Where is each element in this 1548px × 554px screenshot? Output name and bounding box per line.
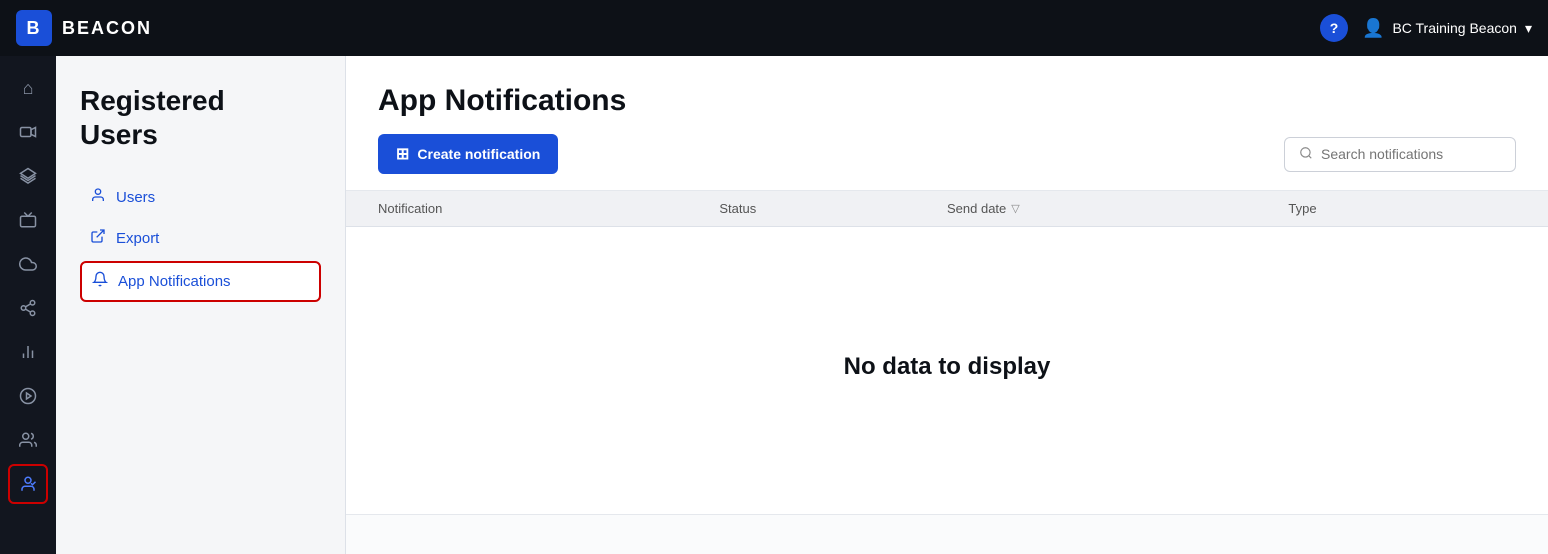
nav-icon-tv[interactable] [8,200,48,240]
user-icon [90,187,106,208]
nav-icon-play-circle[interactable] [8,376,48,416]
bell-icon [92,271,108,292]
search-input[interactable] [1321,146,1501,162]
table-footer [346,514,1548,554]
sidebar-item-users[interactable]: Users [80,179,321,216]
user-avatar-icon: 👤 [1362,18,1384,39]
logo-area[interactable]: B BEACON [16,10,152,46]
nav-icon-layers[interactable] [8,156,48,196]
top-navigation: B BEACON ? 👤 BC Training Beacon ▾ [0,0,1548,56]
logo-letter: B [27,18,42,39]
nav-icon-registered-users[interactable] [8,464,48,504]
sidebar-nav: Users Export App Notifications [80,179,321,302]
page-title: App Notifications [378,84,1516,118]
search-box [1284,137,1516,172]
icon-sidebar: ⌂ [0,56,56,554]
empty-state: No data to display [346,227,1548,507]
secondary-sidebar: RegisteredUsers Users Export App Notific… [56,56,346,554]
plus-icon: ⊞ [396,144,409,164]
nav-icon-home[interactable]: ⌂ [8,68,48,108]
main-layout: ⌂ RegisteredUsers [0,56,1548,554]
content-toolbar: ⊞ Create notification [378,134,1516,174]
sidebar-item-users-label: Users [116,189,155,206]
sort-icon: ▽ [1011,202,1019,215]
logo-box: B [16,10,52,46]
user-name: BC Training Beacon [1392,20,1517,36]
nav-icon-analytics[interactable] [8,332,48,372]
col-type: Type [1288,201,1516,216]
content-header: App Notifications ⊞ Create notification [346,56,1548,191]
sidebar-item-export[interactable]: Export [80,220,321,257]
main-content: App Notifications ⊞ Create notification … [346,56,1548,554]
create-notification-button[interactable]: ⊞ Create notification [378,134,558,174]
col-status: Status [719,201,947,216]
brand-name: BEACON [62,18,152,39]
nav-right: ? 👤 BC Training Beacon ▾ [1320,14,1532,42]
col-notification: Notification [378,201,719,216]
nav-icon-video[interactable] [8,112,48,152]
nav-icon-share[interactable] [8,288,48,328]
export-icon [90,228,106,249]
table-area: Notification Status Send date ▽ Type No … [346,191,1548,514]
table-header: Notification Status Send date ▽ Type [346,191,1548,227]
sidebar-item-app-notifications[interactable]: App Notifications [80,261,321,302]
col-send-date[interactable]: Send date ▽ [947,201,1288,216]
user-menu[interactable]: 👤 BC Training Beacon ▾ [1362,18,1532,39]
nav-icon-users-group[interactable] [8,420,48,460]
help-button[interactable]: ? [1320,14,1348,42]
chevron-down-icon: ▾ [1525,20,1532,37]
sidebar-title: RegisteredUsers [80,84,321,151]
search-icon [1299,146,1313,163]
nav-icon-cloud[interactable] [8,244,48,284]
sidebar-item-export-label: Export [116,230,159,247]
sidebar-item-app-notifications-label: App Notifications [118,273,231,290]
